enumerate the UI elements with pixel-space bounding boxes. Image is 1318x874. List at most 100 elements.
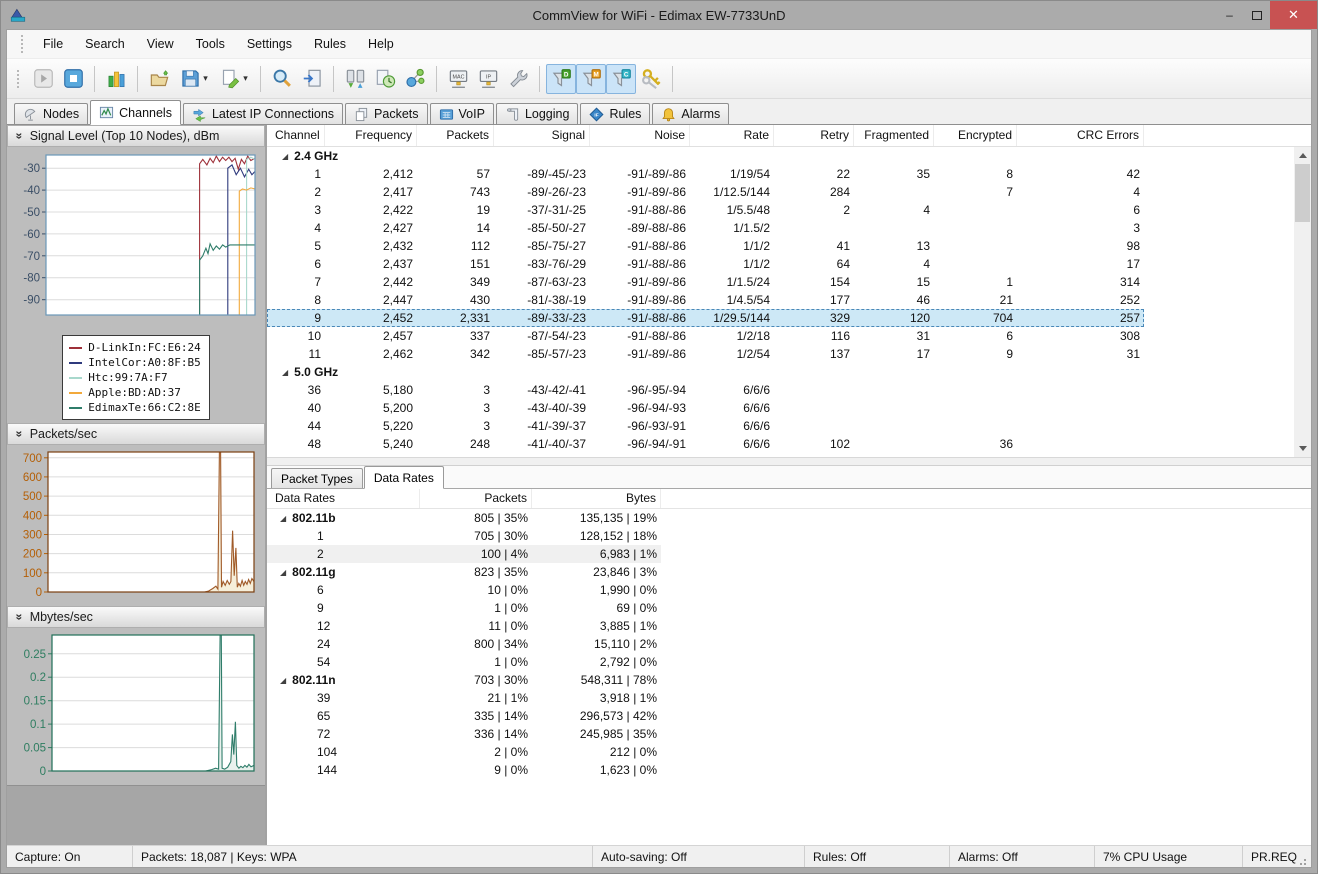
menu-view[interactable]: View: [136, 33, 185, 55]
scrollbar-thumb[interactable]: [1295, 164, 1310, 222]
data-rate-row-802.11b[interactable]: ◢802.11b805 | 35%135,135 | 19%: [267, 509, 661, 527]
clear-button[interactable]: ▾: [214, 64, 254, 94]
data-rate-row-65[interactable]: 65335 | 14%296,573 | 42%: [267, 707, 661, 725]
tab-latest-ip-connections[interactable]: Latest IP Connections: [183, 103, 343, 124]
packet-generator-button[interactable]: [400, 64, 430, 94]
minimize-button[interactable]: –: [1216, 1, 1243, 29]
menu-help[interactable]: Help: [357, 33, 405, 55]
filter-control-button[interactable]: C: [606, 64, 636, 94]
channel-row-7[interactable]: 72,442349-87/-63/-23-91/-89/-861/1.5/241…: [267, 273, 1144, 291]
bottom-tab-data-rates[interactable]: Data Rates: [364, 466, 444, 489]
filter-data-button[interactable]: D: [546, 64, 576, 94]
scroll-up-arrow[interactable]: [1294, 147, 1311, 164]
dropdown-caret-icon[interactable]: ▾: [243, 73, 248, 84]
tab-alarms[interactable]: Alarms: [652, 103, 729, 124]
close-button[interactable]: ✕: [1270, 1, 1317, 29]
menu-rules[interactable]: Rules: [303, 33, 357, 55]
data-rate-row-2[interactable]: 2100 | 4%6,983 | 1%: [267, 545, 661, 563]
column-header-noise[interactable]: Noise: [590, 125, 690, 146]
channel-row-3[interactable]: 32,42219-37/-31/-25-91/-88/-861/5.5/4824…: [267, 201, 1144, 219]
data-rate-row-1[interactable]: 1705 | 30%128,152 | 18%: [267, 527, 661, 545]
open-log-button[interactable]: [144, 64, 174, 94]
channel-row-2[interactable]: 22,417743-89/-26/-23-91/-89/-861/12.5/14…: [267, 183, 1144, 201]
save-button[interactable]: ▾: [174, 64, 214, 94]
vertical-scrollbar[interactable]: [1294, 147, 1311, 457]
data-rate-row-9[interactable]: 91 | 0%69 | 0%: [267, 599, 661, 617]
channel-row-11[interactable]: 112,462342-85/-57/-23-91/-89/-861/2/5413…: [267, 345, 1144, 363]
data-rate-row-144[interactable]: 1449 | 0%1,623 | 0%: [267, 761, 661, 779]
scroll-down-arrow[interactable]: [1294, 440, 1311, 457]
menu-search[interactable]: Search: [74, 33, 136, 55]
menu-file[interactable]: File: [32, 33, 74, 55]
tab-rules[interactable]: IFRules: [580, 103, 650, 124]
options-button[interactable]: [503, 64, 533, 94]
cell: 13: [854, 239, 934, 253]
data-rate-row-39[interactable]: 3921 | 1%3,918 | 1%: [267, 689, 661, 707]
horizontal-splitter[interactable]: [267, 457, 1311, 466]
channel-row-4[interactable]: 42,42714-85/-50/-27-89/-88/-861/1.5/23: [267, 219, 1144, 237]
channel-row-48[interactable]: 485,240248-41/-40/-37-96/-94/-916/6/6102…: [267, 435, 1144, 453]
column-header-rate[interactable]: Rate: [690, 125, 774, 146]
data-rate-row-72[interactable]: 72336 | 14%245,985 | 35%: [267, 725, 661, 743]
column-header-data-rates[interactable]: Data Rates: [267, 489, 420, 508]
channel-row-40[interactable]: 405,2003-43/-40/-39-96/-94/-936/6/6: [267, 399, 1144, 417]
data-rate-row-12[interactable]: 1211 | 0%3,885 | 1%: [267, 617, 661, 635]
column-header-retry[interactable]: Retry: [774, 125, 854, 146]
stop-capture-button[interactable]: [58, 64, 88, 94]
channel-row-44[interactable]: 445,2203-41/-39/-37-96/-93/-916/6/6: [267, 417, 1144, 435]
find-button[interactable]: [267, 64, 297, 94]
resize-grip-icon[interactable]: [1297, 856, 1307, 866]
statistics-button[interactable]: [101, 64, 131, 94]
start-capture-button[interactable]: [28, 64, 58, 94]
section-header-signal-level[interactable]: » Signal Level (Top 10 Nodes), dBm: [7, 125, 265, 147]
channel-row-5[interactable]: 52,432112-85/-75/-27-91/-88/-861/1/24113…: [267, 237, 1144, 255]
tab-nodes[interactable]: Nodes: [14, 103, 88, 124]
maximize-button[interactable]: [1243, 1, 1270, 29]
section-header-mbytes-per-sec[interactable]: » Mbytes/sec: [7, 606, 265, 628]
menu-settings[interactable]: Settings: [236, 33, 303, 55]
tab-voip[interactable]: VoIP: [430, 103, 494, 124]
channel-row-36[interactable]: 365,1803-43/-42/-41-96/-95/-946/6/6: [267, 381, 1144, 399]
expand-triangle-icon[interactable]: ◢: [282, 152, 288, 161]
data-rate-row-24[interactable]: 24800 | 34%15,110 | 2%: [267, 635, 661, 653]
expand-triangle-icon[interactable]: ◢: [280, 568, 286, 577]
scheduler-button[interactable]: [370, 64, 400, 94]
bottom-tab-packet-types[interactable]: Packet Types: [271, 468, 363, 488]
data-rate-row-54[interactable]: 541 | 0%2,792 | 0%: [267, 653, 661, 671]
tab-logging[interactable]: Logging: [496, 103, 579, 124]
channel-row-9[interactable]: 92,4522,331-89/-33/-23-91/-88/-861/29.5/…: [267, 309, 1144, 327]
column-header-channel[interactable]: Channel: [267, 125, 325, 146]
tab-channels[interactable]: Channels: [90, 100, 181, 125]
ip-aliases-button[interactable]: IP: [473, 64, 503, 94]
data-rate-row-802.11n[interactable]: ◢802.11n703 | 30%548,311 | 78%: [267, 671, 661, 689]
column-header-crc-errors[interactable]: CRC Errors: [1017, 125, 1144, 146]
channel-row-6[interactable]: 62,437151-83/-76/-29-91/-88/-861/1/26441…: [267, 255, 1144, 273]
band-group-row[interactable]: ◢2.4 GHz: [267, 147, 1311, 165]
column-header-signal[interactable]: Signal: [494, 125, 590, 146]
data-rate-row-802.11g[interactable]: ◢802.11g823 | 35%23,846 | 3%: [267, 563, 661, 581]
channel-row-8[interactable]: 82,447430-81/-38/-19-91/-89/-861/4.5/541…: [267, 291, 1144, 309]
menu-tools[interactable]: Tools: [185, 33, 236, 55]
column-header-encrypted[interactable]: Encrypted: [934, 125, 1017, 146]
node-reassociation-button[interactable]: [340, 64, 370, 94]
data-rate-row-6[interactable]: 610 | 0%1,990 | 0%: [267, 581, 661, 599]
go-to-packet-button[interactable]: [297, 64, 327, 94]
column-header-bytes[interactable]: Bytes: [532, 489, 661, 508]
expand-triangle-icon[interactable]: ◢: [280, 514, 286, 523]
band-group-row[interactable]: ◢5.0 GHz: [267, 363, 1311, 381]
dropdown-caret-icon[interactable]: ▾: [203, 73, 208, 84]
mac-aliases-button[interactable]: MAC: [443, 64, 473, 94]
filter-management-button[interactable]: M: [576, 64, 606, 94]
section-header-packets-per-sec[interactable]: » Packets/sec: [7, 423, 265, 445]
expand-triangle-icon[interactable]: ◢: [280, 676, 286, 685]
data-rate-row-104[interactable]: 1042 | 0%212 | 0%: [267, 743, 661, 761]
column-header-frequency[interactable]: Frequency: [325, 125, 417, 146]
expand-triangle-icon[interactable]: ◢: [282, 368, 288, 377]
column-header-packets[interactable]: Packets: [420, 489, 532, 508]
wep-wpa-keys-button[interactable]: [636, 64, 666, 94]
tab-packets[interactable]: Packets: [345, 103, 427, 124]
column-header-packets[interactable]: Packets: [417, 125, 494, 146]
channel-row-1[interactable]: 12,41257-89/-45/-23-91/-89/-861/19/54223…: [267, 165, 1144, 183]
column-header-fragmented[interactable]: Fragmented: [854, 125, 934, 146]
channel-row-10[interactable]: 102,457337-87/-54/-23-91/-88/-861/2/1811…: [267, 327, 1144, 345]
